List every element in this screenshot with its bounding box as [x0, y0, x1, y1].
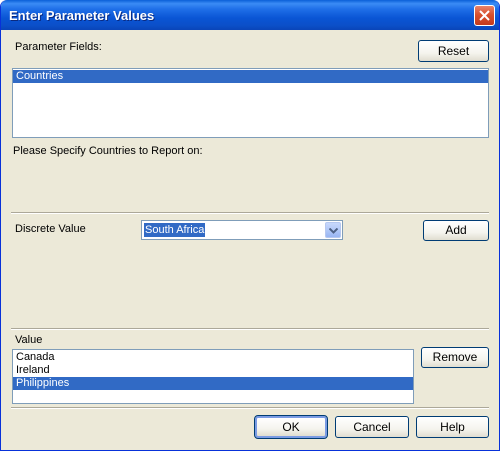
discrete-value-dropdown[interactable]: South Africa [141, 220, 343, 240]
section-divider [11, 212, 489, 214]
list-item[interactable]: Philippines [13, 377, 413, 390]
title-bar[interactable]: Enter Parameter Values [1, 0, 499, 30]
add-button[interactable]: Add [423, 220, 489, 241]
value-label: Value [15, 334, 43, 346]
remove-button[interactable]: Remove [421, 347, 489, 368]
close-icon [479, 10, 490, 21]
prompt-text: Please Specify Countries to Report on: [13, 145, 203, 157]
parameter-fields-list[interactable]: Countries [12, 68, 489, 138]
help-button[interactable]: Help [416, 416, 489, 438]
value-list[interactable]: Canada Ireland Philippines [12, 349, 414, 404]
list-item[interactable]: Canada [13, 351, 413, 364]
reset-button[interactable]: Reset [418, 40, 489, 62]
parameter-fields-label: Parameter Fields: [15, 41, 102, 53]
close-button[interactable] [474, 5, 495, 26]
enter-parameter-values-dialog: Enter Parameter Values Parameter Fields:… [0, 0, 500, 451]
chevron-down-icon [329, 228, 338, 234]
list-item[interactable]: Countries [13, 70, 488, 83]
window-title: Enter Parameter Values [9, 8, 155, 23]
dropdown-arrow-button[interactable] [325, 222, 341, 238]
section-divider [11, 328, 489, 330]
discrete-value-label: Discrete Value [15, 223, 86, 235]
list-item[interactable]: Ireland [13, 364, 413, 377]
section-divider [11, 407, 489, 409]
cancel-button[interactable]: Cancel [335, 416, 409, 438]
ok-button[interactable]: OK [254, 415, 328, 439]
dropdown-selected-value: South Africa [144, 223, 206, 237]
